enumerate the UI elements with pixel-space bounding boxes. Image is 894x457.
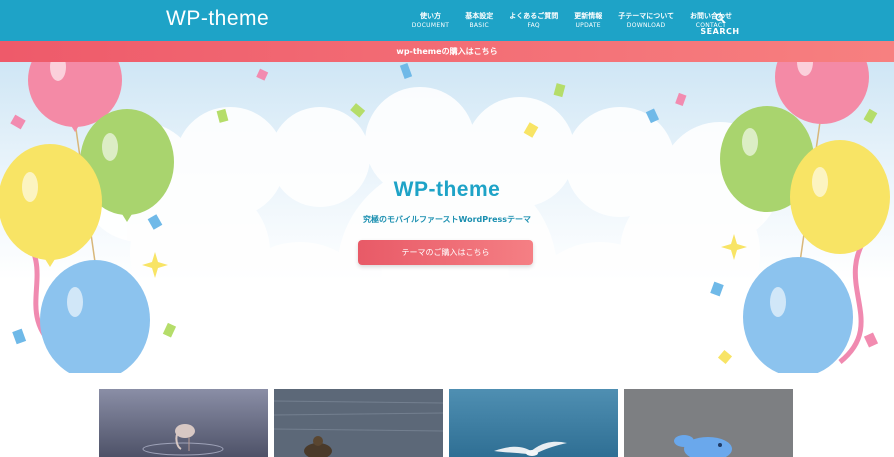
article-card-blue-toy[interactable] — [624, 389, 793, 457]
hero-title: WP-theme — [393, 178, 501, 201]
site-header: WP-theme 使い方 DOCUMENT 基本設定 BASIC よくあるご質問… — [0, 0, 894, 41]
seagull-photo — [449, 389, 618, 457]
article-card-list — [0, 373, 894, 457]
nav-item-basic[interactable]: 基本設定 BASIC — [457, 11, 501, 30]
article-card-flamingo[interactable] — [99, 389, 268, 457]
search-label: SEARCH — [700, 27, 740, 36]
nav-label: 更新情報 — [574, 12, 603, 20]
nav-item-update[interactable]: 更新情報 UPDATE — [566, 11, 610, 30]
blue-toy-photo — [624, 389, 793, 457]
main-nav: 使い方 DOCUMENT 基本設定 BASIC よくあるご質問 FAQ 更新情報… — [404, 11, 740, 30]
hero-subtitle: 究極のモバイルファーストWordPressテーマ — [362, 215, 532, 224]
duck-photo — [274, 389, 443, 457]
nav-sublabel: BASIC — [469, 22, 489, 29]
site-logo[interactable]: WP-theme — [166, 7, 269, 31]
nav-sublabel: DOWNLOAD — [626, 22, 666, 29]
nav-sublabel: UPDATE — [575, 22, 601, 29]
nav-item-download[interactable]: 子テーマについて DOWNLOAD — [610, 11, 682, 30]
article-card-duck[interactable] — [274, 389, 443, 457]
nav-item-faq[interactable]: よくあるご質問 FAQ — [501, 11, 566, 30]
nav-sublabel: FAQ — [527, 22, 540, 29]
nav-label: 使い方 — [419, 12, 441, 20]
hero-section: WP-theme 究極のモバイルファーストWordPressテーマ テーマのご購… — [0, 62, 894, 373]
nav-label: よくあるご質問 — [509, 12, 559, 20]
purchase-button[interactable]: テーマのご購入はこちら — [358, 240, 533, 265]
promo-banner[interactable]: wp-themeの購入はこちら — [0, 41, 894, 62]
nav-item-document[interactable]: 使い方 DOCUMENT — [404, 11, 457, 30]
search-icon — [715, 13, 726, 24]
nav-label: 基本設定 — [465, 12, 494, 20]
article-card-seagull[interactable] — [449, 389, 618, 457]
flamingo-photo — [99, 389, 268, 457]
search-button[interactable]: SEARCH — [700, 8, 740, 36]
nav-label: 子テーマについて — [618, 12, 674, 20]
nav-sublabel: DOCUMENT — [411, 22, 450, 29]
